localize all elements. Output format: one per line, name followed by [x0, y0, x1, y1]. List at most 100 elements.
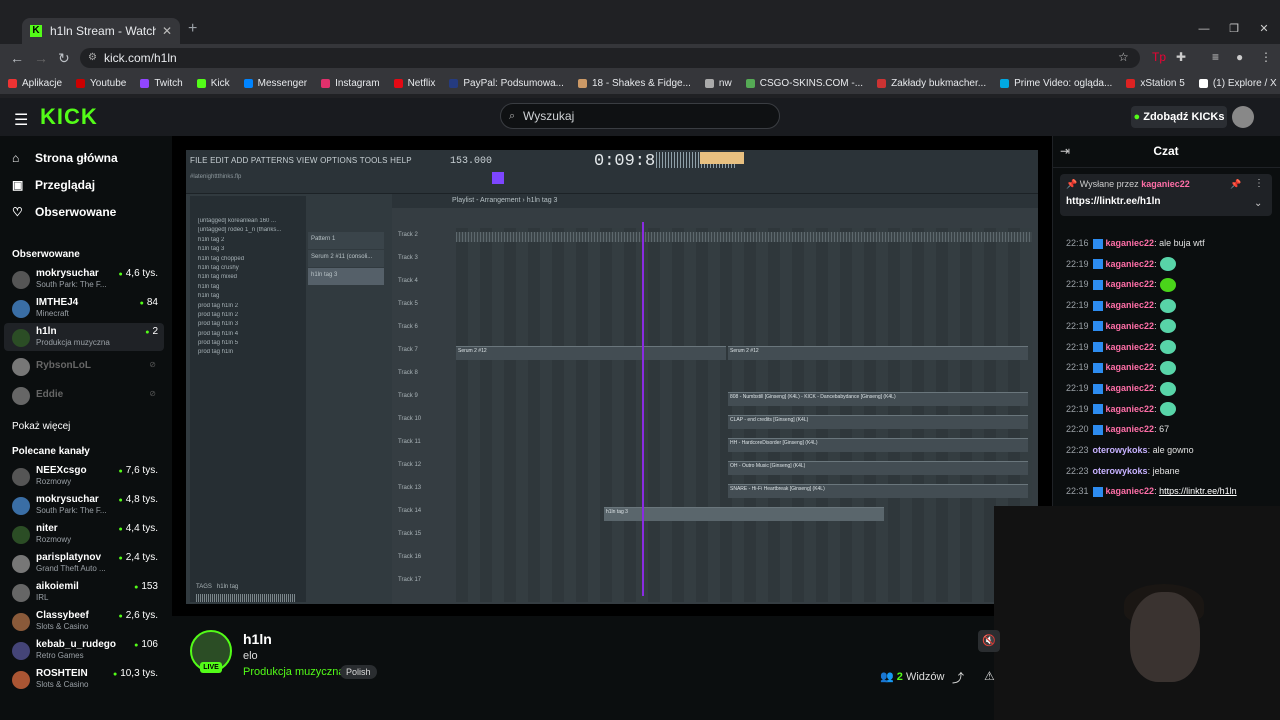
daw-browser-file[interactable]: prod tag h1ln 3 — [190, 321, 306, 330]
get-kicks-button[interactable]: ● Zdobądź KICKs — [1131, 106, 1227, 128]
daw-browser-file[interactable]: h1ln tag mixed — [190, 274, 306, 283]
channel-row[interactable]: RybsonLoL ⊘ — [4, 352, 164, 380]
daw-clip[interactable]: HH - HardcoreDisorder [Ginseng] (K4L) — [728, 438, 1028, 452]
daw-browser-file[interactable]: [untagged] rodeo 1_n (thanks... — [190, 227, 306, 236]
daw-track-label[interactable]: Track 15 — [392, 523, 448, 546]
daw-browser-file[interactable]: h1ln tag — [190, 284, 306, 293]
bookmark-star-icon[interactable]: ☆ — [1118, 50, 1129, 64]
collapse-chat-icon[interactable]: ⇥ — [1060, 144, 1070, 158]
daw-browser-file[interactable]: prod tag h1ln 5 — [190, 340, 306, 349]
channel-row[interactable]: kebab_u_rudegoRetro Games 106 — [4, 636, 164, 664]
url-field[interactable]: ⚙ kick.com/h1ln — [80, 48, 1140, 68]
nav-following[interactable]: ♡ Obserwowane — [12, 205, 116, 219]
daw-clip[interactable]: SNARE - Hi-Fi Heartbreak [Ginseng] (K4L) — [728, 484, 1028, 498]
daw-track-label[interactable]: Track 3 — [392, 247, 448, 270]
daw-browser-file[interactable]: prod tag h1ln — [190, 349, 306, 358]
daw-clip[interactable]: Serum 2 #12 — [728, 346, 1028, 360]
daw-track-label[interactable]: Track 14 — [392, 500, 448, 523]
chevron-down-icon[interactable]: ⌄ — [1254, 198, 1262, 209]
bookmark-item[interactable]: CSGO-SKINS.COM -... — [745, 78, 863, 89]
chat-username[interactable]: oterowykoks — [1093, 466, 1148, 476]
daw-clip[interactable]: 808 - Numbstill [Ginseng] (K4L) - KICK -… — [728, 392, 1028, 406]
maximize-icon[interactable]: ❐ — [1220, 18, 1248, 40]
mute-icon[interactable]: 🔇 — [978, 630, 1000, 652]
chat-username[interactable]: kaganiec22 — [1106, 383, 1155, 393]
daw-pattern-item[interactable]: Pattern 1 — [308, 232, 384, 249]
channel-row[interactable]: mokrysucharSouth Park: The F... 4,8 tys. — [4, 491, 164, 519]
daw-browser-file[interactable]: prod tag h1ln 2 — [190, 312, 306, 321]
daw-browser-file[interactable]: h1ln tag chopped — [190, 256, 306, 265]
minimize-icon[interactable]: — — [1190, 18, 1218, 40]
chat-username[interactable]: kaganiec22 — [1106, 404, 1155, 414]
stream-category[interactable]: Produkcja muzyczna — [243, 666, 345, 678]
streamer-name[interactable]: h1ln — [243, 631, 272, 647]
extensions-puzzle-icon[interactable]: ✚ — [1176, 50, 1186, 64]
bookmark-item[interactable]: (1) Explore / X — [1198, 78, 1277, 89]
channel-row[interactable]: h1lnProdukcja muzyczna 2 — [4, 323, 164, 351]
profile-icon[interactable]: ● — [1236, 50, 1243, 64]
browser-tab[interactable]: K h1ln Stream - Watch Live o ✕ — [22, 18, 180, 44]
daw-browser-file[interactable]: h1ln tag 2 — [190, 237, 306, 246]
chat-username[interactable]: kaganiec22 — [1106, 300, 1155, 310]
chat-username[interactable]: kaganiec22 — [1106, 321, 1155, 331]
daw-browser-file[interactable]: h1ln tag — [190, 293, 306, 302]
bookmark-item[interactable]: Prime Video: ogląda... — [1000, 78, 1112, 89]
daw-track-label[interactable]: Track 17 — [392, 569, 448, 592]
forward-icon[interactable]: → — [34, 50, 48, 66]
daw-track-label[interactable]: Track 9 — [392, 385, 448, 408]
back-icon[interactable]: ← — [10, 50, 24, 66]
daw-track-label[interactable]: Track 8 — [392, 362, 448, 385]
daw-browser-file[interactable]: prod tag h1ln 4 — [190, 331, 306, 340]
daw-pattern-item[interactable]: Serum 2 #11 (consoli... — [308, 250, 384, 267]
more-options-icon[interactable]: ⋮ — [1254, 178, 1264, 189]
daw-track-label[interactable]: Track 4 — [392, 270, 448, 293]
nav-browse[interactable]: ▣ Przeglądaj — [12, 178, 95, 192]
chat-username[interactable]: oterowykoks — [1093, 445, 1148, 455]
stream-tag[interactable]: Polish — [340, 665, 377, 679]
channel-row[interactable]: NEEXcsgoRozmowy 7,6 tys. — [4, 462, 164, 490]
daw-track-label[interactable]: Track 6 — [392, 316, 448, 339]
bookmark-item[interactable]: nw — [704, 78, 732, 89]
bookmark-item[interactable]: Netflix — [393, 78, 435, 89]
chat-username[interactable]: kaganiec22 — [1106, 362, 1155, 372]
bookmark-item[interactable]: 18 - Shakes & Fidge... — [577, 78, 691, 89]
daw-track-label[interactable]: Track 7 — [392, 339, 448, 362]
channel-row[interactable]: ROSHTEINSlots & Casino 10,3 tys. — [4, 665, 164, 693]
share-icon[interactable]: ⤴ — [952, 669, 964, 686]
bookmark-item[interactable]: Aplikacje — [8, 78, 62, 89]
kick-logo[interactable]: KICK — [40, 104, 98, 130]
bookmark-item[interactable]: xStation 5 — [1126, 78, 1185, 89]
pinned-user[interactable]: kaganiec22 — [1141, 179, 1190, 189]
pinned-link[interactable]: https://linktr.ee/h1ln — [1066, 196, 1160, 207]
daw-clip[interactable]: Serum 2 #12 — [456, 346, 726, 360]
channel-row[interactable]: aikoiemilIRL 153 — [4, 578, 164, 606]
bookmark-item[interactable]: Youtube — [76, 78, 126, 89]
reload-icon[interactable]: ↻ — [58, 50, 70, 67]
menu-icon[interactable]: ☰ — [14, 110, 28, 130]
channel-row[interactable]: ClassybeefSlots & Casino 2,6 tys. — [4, 607, 164, 635]
chat-username[interactable]: kaganiec22 — [1106, 279, 1155, 289]
bookmark-item[interactable]: Messenger — [243, 78, 307, 89]
daw-track-label[interactable]: Track 2 — [392, 224, 448, 247]
chat-username[interactable]: kaganiec22 — [1106, 424, 1155, 434]
daw-browser-file[interactable]: [untagged] koreanlean 160 ... — [190, 218, 306, 227]
daw-playhead[interactable] — [642, 222, 644, 596]
chat-link[interactable]: https://linktr.ee/h1ln — [1159, 486, 1237, 496]
show-more-link[interactable]: Pokaż więcej — [12, 421, 70, 432]
chat-username[interactable]: kaganiec22 — [1106, 342, 1155, 352]
channel-row[interactable]: mokrysucharSouth Park: The F... 4,6 tys. — [4, 265, 164, 293]
daw-browser-file[interactable]: h1ln tag 3 — [190, 246, 306, 255]
daw-track-label[interactable]: Track 12 — [392, 454, 448, 477]
bookmark-item[interactable]: Kick — [196, 78, 230, 89]
bookmark-item[interactable]: Twitch — [140, 78, 183, 89]
site-info-icon[interactable]: ⚙ — [88, 48, 97, 68]
pin-icon[interactable]: 📌 — [1230, 179, 1241, 190]
daw-browser-file[interactable]: h1ln tag crushy — [190, 265, 306, 274]
daw-clip[interactable]: OH - Outro Music [Ginseng] (K4L) — [728, 461, 1028, 475]
close-tab-icon[interactable]: ✕ — [162, 24, 172, 38]
daw-clip[interactable]: CLAP - end credits [Ginseng] (K4L) — [728, 415, 1028, 429]
close-window-icon[interactable]: ✕ — [1250, 18, 1278, 40]
bookmark-item[interactable]: Instagram — [321, 78, 380, 89]
daw-track-label[interactable]: Track 10 — [392, 408, 448, 431]
bookmark-item[interactable]: Zakłady bukmacher... — [877, 78, 986, 89]
